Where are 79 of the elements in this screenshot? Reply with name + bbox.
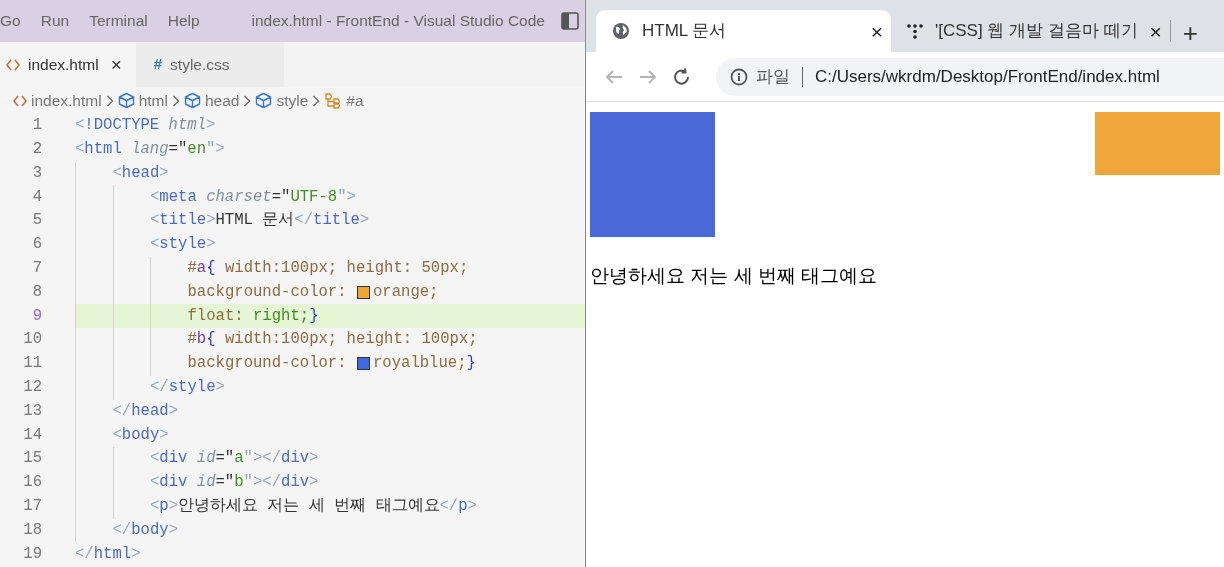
code-file-icon [6,58,20,71]
line-number: 19 [22,543,42,565]
line-number: 17 [22,495,42,517]
menu-item[interactable]: Go [0,9,31,33]
browser-tab[interactable]: HTML 문서 × [596,10,891,52]
layout-icon[interactable] [561,12,579,30]
breadcrumb-item[interactable]: head [204,88,240,113]
code-text: <html lang="en"> [75,139,225,160]
code-file-icon [13,94,27,107]
symbol-icon [324,92,343,109]
code-text: </head> [112,400,178,422]
code-text: royalblue;} [372,353,476,375]
code-text: background-color: [187,353,348,375]
cube-icon [117,92,135,109]
code-text: float: right;} [187,305,319,327]
line-number: 12 [22,376,42,398]
breadcrumb-item[interactable]: #a [346,88,364,113]
code-text: </body> [112,519,178,541]
line-number: 11 [22,353,42,375]
line-number: 9 [31,305,42,327]
new-tab-button[interactable]: + [1170,20,1198,46]
browser-tab[interactable]: '[CSS] 웹 개발 걸음마 떼기 × [891,10,1170,52]
code-text: background-color: [187,281,348,303]
scheme-label: 파일 [756,65,790,88]
line-number: 13 [22,400,42,422]
line-number: 4 [31,186,42,208]
line-number: 1 [31,115,42,137]
line-number: 16 [22,472,42,494]
code-text: <div id="b"></div> [150,472,319,494]
breadcrumb-item[interactable]: index.html [31,88,102,113]
info-icon [730,67,748,86]
window-title: index.html - FrontEnd - Visual Studio Code [251,11,545,32]
globe-icon [612,22,630,40]
code-text: <head> [112,162,169,184]
line-number: 14 [22,424,42,446]
cube-icon [255,92,273,109]
chevron-icon [243,94,252,107]
code-text: <body> [112,424,169,446]
line-number: 6 [31,234,42,256]
chevron-icon [105,94,114,107]
code-text: <meta charset="UTF-8"> [150,186,356,208]
code-text: </style> [150,376,225,398]
dots-icon [907,23,923,39]
line-number: 2 [31,139,42,160]
line-number: 8 [31,281,42,303]
line-number: 7 [31,258,42,279]
breadcrumb-item[interactable]: html [138,88,168,113]
code-text: <style> [150,234,216,256]
close-icon[interactable]: × [1149,20,1162,42]
code-text: </html> [75,543,141,565]
color-swatch[interactable] [356,285,370,299]
line-number: 15 [22,448,42,470]
menu-item[interactable]: Terminal [79,9,158,33]
close-icon[interactable]: × [110,55,122,74]
code-text: <!DOCTYPE html> [75,115,216,137]
hash-icon: # [153,53,163,76]
paragraph: 안녕하세요 저는 세 번째 태그예요 [590,264,879,288]
code-text: #a{ width:100px; height: 50px; [187,258,469,279]
line-number: 18 [22,519,42,541]
code-text: <div id="a"></div> [150,448,319,470]
chevron-icon [171,94,180,107]
menu-item[interactable]: Run [30,9,80,33]
editor-tab[interactable]: # style.css [135,42,284,87]
menu-item[interactable]: Help [157,9,210,33]
color-swatch[interactable] [356,357,370,371]
breadcrumb-item[interactable]: style [276,88,309,113]
code-text: <title>HTML 문서</title> [150,210,370,232]
code-text: #b{ width:100px; height: 100px; [187,329,478,351]
chevron-icon [312,94,321,107]
address-bar[interactable]: 파일 C:/Users/wkrdm/Desktop/FrontEnd/index.html [716,57,1224,96]
cube-icon [183,92,201,109]
line-number: 5 [31,210,42,232]
line-number: 10 [22,329,42,351]
reload-icon [672,66,692,87]
close-icon[interactable]: × [870,20,883,42]
line-number: 3 [31,162,42,184]
code-text: <p>안녕하세요 저는 세 번째 태그예요</p> [150,495,477,517]
code-text: orange; [372,281,439,303]
url-text: C:/Users/wkrdm/Desktop/FrontEnd/index.html [815,65,1160,88]
